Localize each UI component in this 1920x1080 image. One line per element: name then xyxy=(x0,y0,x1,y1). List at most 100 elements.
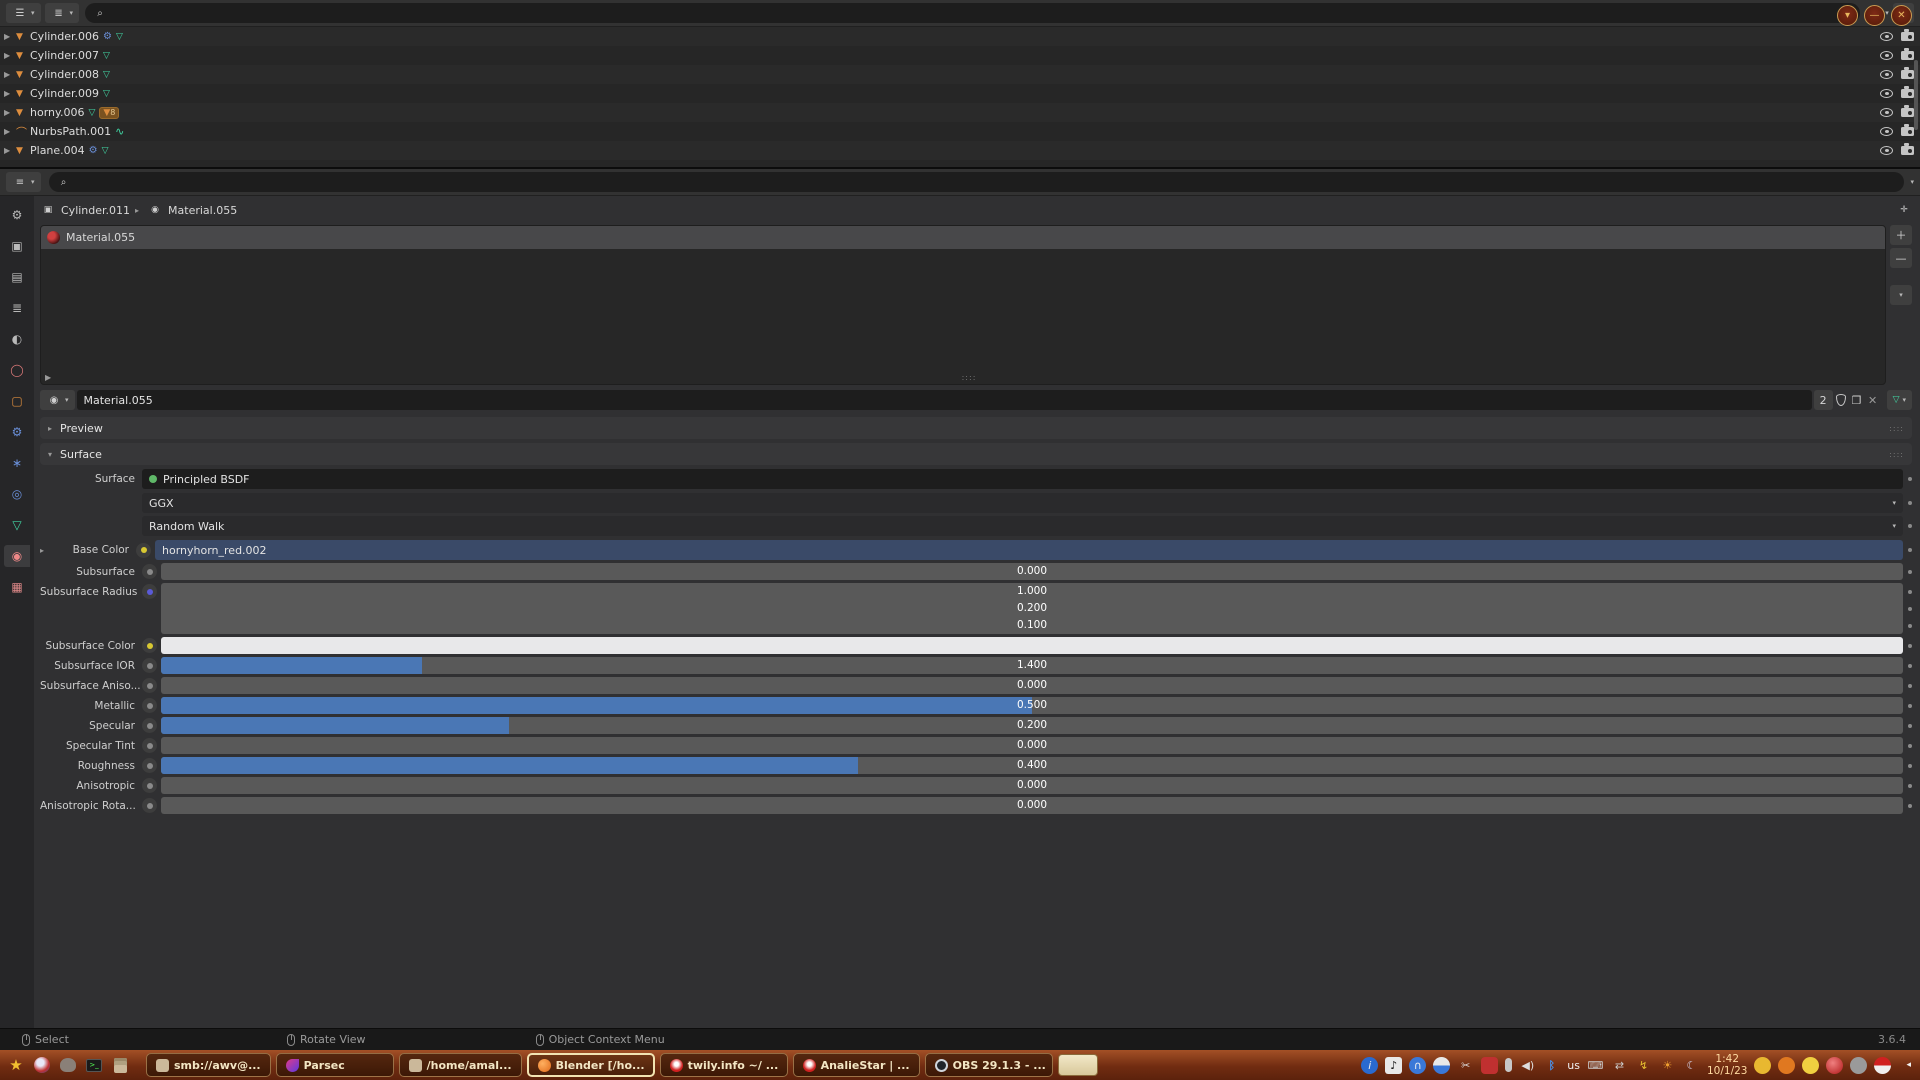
pill-tray-icon[interactable] xyxy=(1874,1057,1891,1074)
disable-render-icon[interactable] xyxy=(1901,127,1914,136)
remove-material-slot-button[interactable]: — xyxy=(1890,248,1912,268)
subsurface-method-dropdown[interactable]: Random Walk▾ xyxy=(142,516,1903,536)
slot-drag-handle[interactable]: :::: xyxy=(962,373,977,382)
hide-eye-icon[interactable] xyxy=(1880,70,1893,79)
info-tray-icon[interactable]: i xyxy=(1361,1057,1378,1074)
media-tray-icon[interactable] xyxy=(1433,1057,1450,1074)
taskbar-window-obs[interactable]: OBS 29.1.3 - ... xyxy=(925,1053,1053,1077)
keyboard-tray-icon[interactable]: ⌨ xyxy=(1587,1057,1604,1074)
pin-id-icon[interactable]: ✛ xyxy=(1896,202,1912,218)
outliner-row-cylinder007[interactable]: ▶▼Cylinder.007 ▽ xyxy=(0,46,1920,65)
files-launcher-icon[interactable] xyxy=(109,1054,131,1076)
tab-scene-icon[interactable]: ◐ xyxy=(4,328,30,350)
hide-eye-icon[interactable] xyxy=(1880,146,1893,155)
roughness-slider[interactable]: 0.400 xyxy=(161,757,1903,774)
tab-texture-icon[interactable]: ▦ xyxy=(4,576,30,598)
outliner-search-field[interactable]: ⌕ xyxy=(85,3,1860,23)
surface-shader-button[interactable]: Principled BSDF xyxy=(142,469,1903,489)
hide-eye-icon[interactable] xyxy=(1880,108,1893,117)
socket-decorator[interactable] xyxy=(142,738,157,753)
tab-object-icon[interactable]: ▢ xyxy=(4,390,30,412)
subsurface-ior-slider[interactable]: 1.400 xyxy=(161,657,1903,674)
hide-eye-icon[interactable] xyxy=(1880,127,1893,136)
moon-tray-icon[interactable]: ☾ xyxy=(1683,1057,1700,1074)
scissors-tray-icon[interactable]: ✂ xyxy=(1457,1057,1474,1074)
hide-eye-icon[interactable] xyxy=(1880,89,1893,98)
base-color-socket-icon[interactable] xyxy=(136,543,151,558)
disable-render-icon[interactable] xyxy=(1901,89,1914,98)
socket-decorator[interactable] xyxy=(142,718,157,733)
disable-render-icon[interactable] xyxy=(1901,108,1914,117)
tray-expander-icon[interactable]: ◂ xyxy=(1906,1060,1911,1070)
outliner-row-plane004[interactable]: ▶▼Plane.004 ⚙▽ xyxy=(0,141,1920,160)
sun-tray-icon[interactable]: ☀ xyxy=(1659,1057,1676,1074)
metallic-slider[interactable]: 0.500 xyxy=(161,697,1903,714)
outliner-row-cylinder006[interactable]: ▶▼ Cylinder.006 ⚙▽ xyxy=(0,27,1920,46)
subsurface-anisotropy-slider[interactable]: 0.000 xyxy=(161,677,1903,694)
subsurface-slider[interactable]: 0.000 xyxy=(161,563,1903,580)
browser-launcher-icon[interactable] xyxy=(31,1054,53,1076)
disable-render-icon[interactable] xyxy=(1901,70,1914,79)
properties-options-chevron[interactable]: ▾ xyxy=(1910,178,1914,186)
taskbar-empty-slot[interactable] xyxy=(1058,1054,1098,1076)
socket-decorator[interactable] xyxy=(142,564,157,579)
network-tray-icon[interactable]: ⇄ xyxy=(1611,1057,1628,1074)
subsurface-radius-y[interactable]: 0.200 xyxy=(161,600,1903,617)
anisotropic-slider[interactable]: 0.000 xyxy=(161,777,1903,794)
taskbar-window-smb[interactable]: smb://awv@... xyxy=(146,1053,271,1077)
anisotropic-rotation-slider[interactable]: 0.000 xyxy=(161,797,1903,814)
properties-search-field[interactable]: ⌕ xyxy=(49,172,1905,192)
fake-user-shield-icon[interactable] xyxy=(1833,392,1849,408)
tab-output-icon[interactable]: ▤ xyxy=(4,266,30,288)
emoji-tray-icon[interactable] xyxy=(1802,1057,1819,1074)
tab-particles-icon[interactable]: ∗ xyxy=(4,452,30,474)
socket-decorator[interactable] xyxy=(142,778,157,793)
surface-panel-header[interactable]: ▾Surface:::: xyxy=(40,443,1912,465)
tab-tool-icon[interactable]: ⚙ xyxy=(4,204,30,226)
disable-render-icon[interactable] xyxy=(1901,32,1914,41)
clock[interactable]: 1:42 10/1/23 xyxy=(1707,1053,1747,1077)
socket-decorator[interactable] xyxy=(142,698,157,713)
taskbar-window-parsec[interactable]: Parsec xyxy=(276,1053,394,1077)
outliner-type-button[interactable]: ☰▾ xyxy=(6,3,41,23)
copy-material-icon[interactable]: ❐ xyxy=(1849,392,1865,408)
preview-panel-header[interactable]: ▸Preview:::: xyxy=(40,417,1912,439)
terminal-launcher-icon[interactable]: >_ xyxy=(83,1054,105,1076)
base-color-texture-button[interactable]: hornyhorn_red.002 xyxy=(155,540,1903,560)
headphones-tray-icon[interactable]: ∩ xyxy=(1409,1057,1426,1074)
mic-tray-icon[interactable] xyxy=(1505,1058,1512,1072)
specular-slider[interactable]: 0.200 xyxy=(161,717,1903,734)
outliner-row-nurbspath001[interactable]: ▶⌒NurbsPath.001 ∿ xyxy=(0,122,1920,141)
hide-eye-icon[interactable] xyxy=(1880,32,1893,41)
browse-material-icon[interactable]: ◉▾ xyxy=(40,390,75,410)
socket-decorator[interactable] xyxy=(142,758,157,773)
red-orb-tray-icon[interactable] xyxy=(1826,1057,1843,1074)
socket-decorator[interactable] xyxy=(142,658,157,673)
subsurface-radius-x[interactable]: 1.000 xyxy=(161,583,1903,600)
outliner-row-cylinder009[interactable]: ▶▼Cylinder.009 ▽ xyxy=(0,84,1920,103)
unlink-material-icon[interactable]: ✕ xyxy=(1865,392,1881,408)
outliner-row-horny006[interactable]: ▶▼horny.006 ▽ ▼8 xyxy=(0,103,1920,122)
material-users-count[interactable]: 2 xyxy=(1814,390,1833,410)
disable-render-icon[interactable] xyxy=(1901,146,1914,155)
base-color-expand-icon[interactable]: ▸ xyxy=(40,546,50,555)
disclosure-icon[interactable]: ▶ xyxy=(4,32,16,41)
socket-decorator[interactable] xyxy=(142,798,157,813)
slot-expand-icon[interactable]: ▶ xyxy=(45,373,57,382)
keyboard-layout-indicator[interactable]: us xyxy=(1567,1059,1580,1072)
record-tray-icon[interactable] xyxy=(1481,1057,1498,1074)
properties-type-button[interactable]: ≡▾ xyxy=(6,172,41,192)
taskbar-window-home[interactable]: /home/amal... xyxy=(399,1053,522,1077)
window-menu-button[interactable]: ▾ xyxy=(1837,5,1858,26)
taskbar-window-blender[interactable]: Blender [/ho... xyxy=(527,1053,655,1077)
bluetooth-tray-icon[interactable]: ᛒ xyxy=(1543,1057,1560,1074)
music-tray-icon[interactable]: ♪ xyxy=(1385,1057,1402,1074)
material-slot-list[interactable]: Material.055 ▶ :::: xyxy=(40,225,1886,385)
outliner-display-mode[interactable]: ≣▾ xyxy=(45,3,80,23)
tab-world-icon[interactable]: ◯ xyxy=(4,359,30,381)
taskbar-window-twily[interactable]: twily.info ~/ ... xyxy=(660,1053,788,1077)
tab-viewlayer-icon[interactable]: ≣ xyxy=(4,297,30,319)
material-slot-selected[interactable]: Material.055 xyxy=(41,226,1885,249)
tab-object-data-icon[interactable]: ▽ xyxy=(4,514,30,536)
slot-link-dropdown[interactable]: ▽▾ xyxy=(1887,390,1912,410)
